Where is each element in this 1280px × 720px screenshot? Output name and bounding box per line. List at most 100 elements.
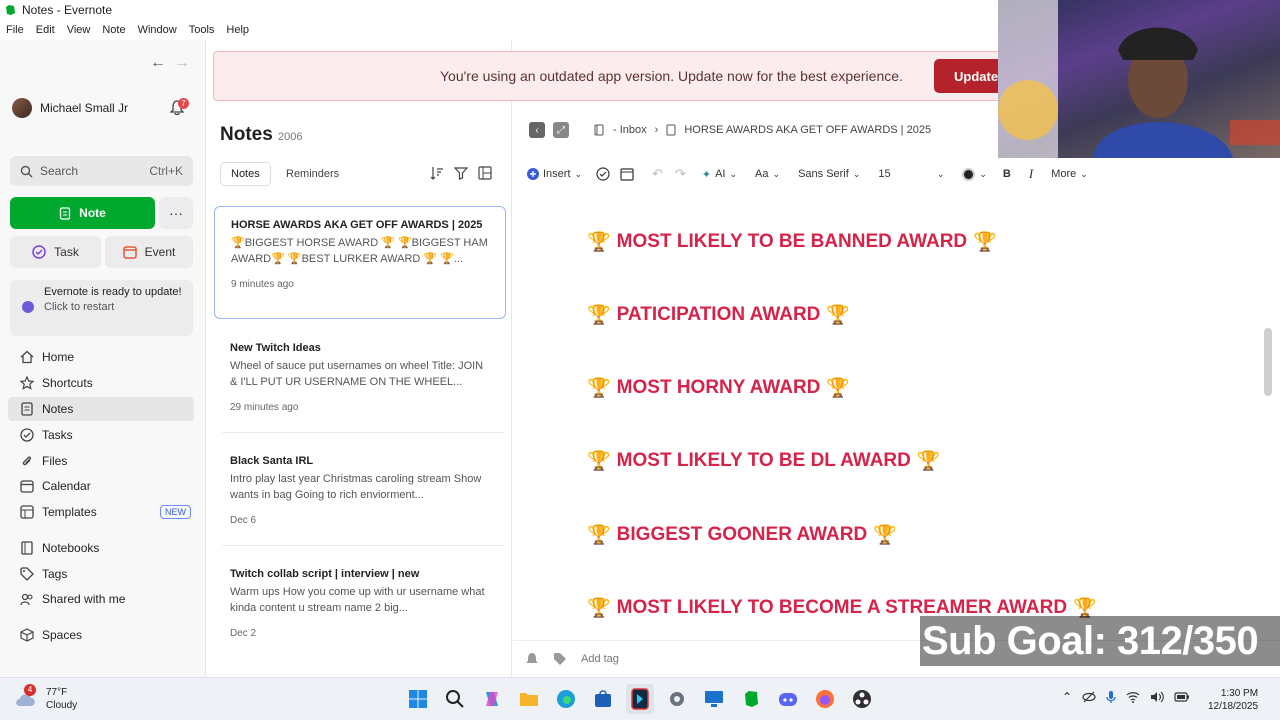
clock[interactable]: 1:30 PM 12/18/2025 (1208, 687, 1258, 713)
back-arrow-icon[interactable]: ← (150, 54, 166, 72)
note-card[interactable]: Twitch collab script | interview | new W… (214, 556, 506, 651)
more-options-button[interactable]: ··· (159, 197, 193, 229)
menu-file[interactable]: File (6, 24, 24, 36)
filter-icon[interactable] (454, 166, 468, 180)
file-explorer-app[interactable] (515, 684, 543, 714)
tab-reminders[interactable]: Reminders (276, 162, 349, 186)
insert-button[interactable]: Insert ⌄ (527, 168, 582, 180)
redo-icon[interactable]: ↷ (675, 166, 686, 182)
evernote-app[interactable] (737, 684, 765, 714)
taskbar-search-button[interactable] (441, 684, 469, 714)
calendar-icon[interactable] (620, 167, 634, 181)
color-swatch-icon (962, 167, 976, 181)
copilot-app[interactable] (478, 684, 506, 714)
chevron-down-icon: ⌄ (772, 168, 781, 179)
note-icon (666, 124, 676, 136)
search-input[interactable]: Search Ctrl+K (10, 156, 193, 186)
sidebar-item-files[interactable]: Files (8, 449, 194, 473)
new-note-button[interactable]: Note (10, 197, 155, 229)
note-card[interactable]: Black Santa IRL Intro play last year Chr… (214, 443, 506, 538)
task-icon (32, 245, 46, 259)
update-ready-notice[interactable]: Evernote is ready to update! Click to re… (10, 280, 193, 336)
font-size-select[interactable]: 15 ⌄ (878, 168, 944, 180)
star-icon (20, 376, 34, 390)
sidebar-item-shared[interactable]: Shared with me (8, 587, 194, 611)
sidebar-item-shortcuts[interactable]: Shortcuts (8, 371, 194, 395)
sort-icon[interactable] (430, 166, 444, 180)
undo-icon[interactable]: ↶ (652, 166, 663, 182)
user-name: Michael Small Jr (40, 101, 129, 115)
award-line[interactable]: 🏆 MOST HORNY AWARD 🏆 (587, 376, 850, 400)
weather-widget[interactable]: 4 77°F Cloudy (14, 684, 77, 712)
streaming-app[interactable] (626, 684, 654, 714)
note-card[interactable]: New Twitch Ideas Wheel of sauce put user… (214, 330, 506, 425)
note-title: HORSE AWARDS AKA GET OFF AWARDS | 2025 (231, 219, 483, 231)
expand-icon[interactable]: ⤢ (553, 122, 569, 138)
settings-app[interactable] (663, 684, 691, 714)
volume-icon[interactable] (1150, 691, 1164, 703)
font-family-select[interactable]: Sans Serif ⌄ (798, 168, 860, 180)
obs-app[interactable] (848, 684, 876, 714)
notebook-icon (594, 124, 604, 136)
add-tag-field[interactable]: Add tag (581, 653, 619, 665)
award-line[interactable]: 🏆 BIGGEST GOONER AWARD 🏆 (587, 523, 897, 547)
sidebar-item-calendar[interactable]: Calendar (8, 474, 194, 498)
text-style-button[interactable]: Aa ⌄ (755, 168, 780, 180)
sidebar-item-notes[interactable]: Notes (8, 397, 194, 421)
menu-note[interactable]: Note (102, 24, 125, 36)
breadcrumb-notebook[interactable]: - Inbox (613, 124, 647, 136)
more-label: More (1051, 168, 1077, 180)
chevron-down-icon: ⌄ (574, 168, 583, 179)
store-app[interactable] (589, 684, 617, 714)
people-icon (20, 593, 33, 606)
award-line[interactable]: 🏆 PATICIPATION AWARD 🏆 (587, 303, 850, 327)
bold-button[interactable]: B (1003, 168, 1011, 180)
menu-help[interactable]: Help (226, 24, 249, 36)
battery-icon[interactable] (1174, 691, 1190, 703)
chevron-up-icon[interactable]: ⌃ (1062, 690, 1072, 704)
remote-desktop-app[interactable] (700, 684, 728, 714)
microphone-icon[interactable] (1106, 690, 1116, 704)
checkbox-icon[interactable] (596, 167, 610, 181)
layout-icon[interactable] (478, 166, 492, 180)
firefox-app[interactable] (811, 684, 839, 714)
insert-label: Insert (543, 168, 571, 180)
sidebar-item-tasks[interactable]: Tasks (8, 423, 194, 447)
menu-window[interactable]: Window (138, 24, 177, 36)
italic-button[interactable]: I (1029, 166, 1033, 182)
sidebar-item-home[interactable]: Home (8, 345, 194, 369)
editor-scrollbar[interactable] (1264, 328, 1272, 396)
checkmark-circle-icon (20, 428, 34, 442)
windows-logo-icon (409, 690, 427, 708)
sidebar-item-label: Tags (42, 567, 68, 581)
start-button[interactable] (404, 684, 432, 714)
text-color-button[interactable]: ⌄ (962, 167, 987, 181)
gear-icon (670, 692, 684, 706)
streamer-webcam-image (998, 0, 1280, 158)
award-line[interactable]: 🏆 MOST LIKELY TO BE BANNED AWARD 🏆 (587, 230, 997, 254)
new-task-button[interactable]: Task (10, 236, 101, 268)
more-formatting-button[interactable]: More ⌄ (1051, 168, 1088, 180)
award-line[interactable]: 🏆 MOST LIKELY TO BE DL AWARD 🏆 (587, 449, 941, 473)
sidebar-item-spaces[interactable]: Spaces (8, 623, 194, 647)
ai-button[interactable]: ✦ AI ⌄ (702, 168, 737, 181)
bell-plus-icon[interactable] (525, 652, 539, 666)
folder-icon (520, 693, 538, 706)
note-card[interactable]: HORSE AWARDS AKA GET OFF AWARDS | 2025 🏆… (214, 206, 506, 319)
tab-notes[interactable]: Notes (220, 162, 271, 186)
sidebar-item-notebooks[interactable]: Notebooks (8, 536, 194, 560)
sidebar-item-templates[interactable]: Templates NEW (8, 500, 194, 524)
collapse-left-icon[interactable]: ‹ (529, 122, 545, 138)
eye-off-icon[interactable] (1082, 690, 1096, 704)
new-event-button[interactable]: Event (105, 236, 193, 268)
edge-app[interactable] (552, 684, 580, 714)
menu-tools[interactable]: Tools (189, 24, 215, 36)
menu-edit[interactable]: Edit (36, 24, 55, 36)
discord-app[interactable] (774, 684, 802, 714)
forward-arrow-icon[interactable]: → (174, 54, 190, 72)
sidebar-item-tags[interactable]: Tags (8, 562, 194, 586)
user-profile[interactable]: Michael Small Jr (12, 98, 128, 118)
wifi-icon[interactable] (1126, 691, 1140, 703)
menu-view[interactable]: View (67, 24, 91, 36)
tag-plus-icon[interactable] (553, 652, 567, 666)
